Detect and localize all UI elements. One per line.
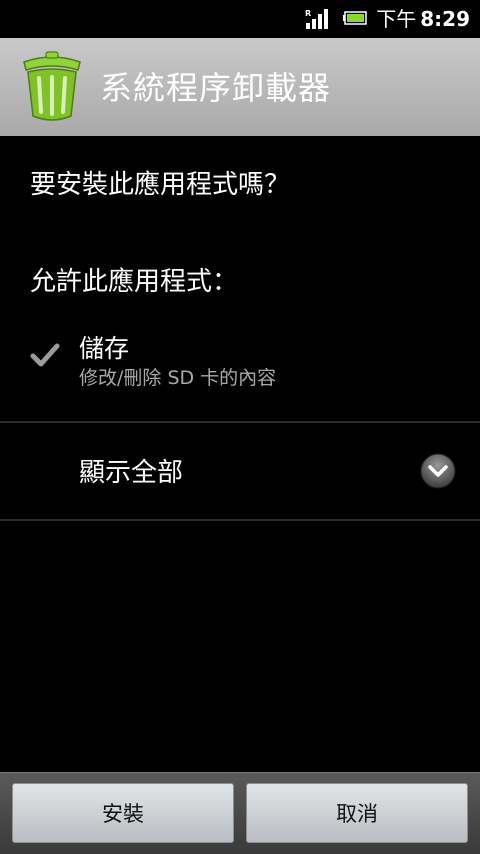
permission-description: 修改/刪除 SD 卡的內容 (79, 367, 277, 389)
show-all-row[interactable]: 顯示全部 (0, 423, 480, 519)
trash-can-icon (23, 51, 81, 121)
install-question: 要安裝此應用程式嗎？ (30, 170, 291, 200)
divider (0, 519, 480, 521)
button-bar: 安裝 取消 (0, 772, 480, 854)
permission-item-storage: 儲存 修改/刪除 SD 卡的內容 (0, 330, 480, 420)
signal-strength-icon: R (305, 9, 328, 29)
allow-permissions-label: 允許此應用程式： (30, 267, 239, 297)
clock-time: 8:29 (420, 7, 470, 31)
title-bar: 系統程序卸載器 (0, 38, 480, 136)
clock-ampm: 下午 (376, 7, 417, 31)
battery-icon (343, 11, 367, 25)
permission-title: 儲存 (79, 334, 130, 363)
status-clock: 下午 8:29 (376, 7, 470, 31)
app-title: 系統程序卸載器 (100, 69, 332, 107)
chevron-down-icon[interactable] (420, 453, 456, 489)
checkmark-icon (30, 343, 60, 367)
svg-text:R: R (305, 9, 311, 18)
install-button[interactable]: 安裝 (12, 783, 234, 843)
cancel-button[interactable]: 取消 (246, 783, 468, 843)
status-bar: R 下午 8:29 (0, 0, 480, 38)
show-all-label: 顯示全部 (79, 458, 184, 488)
